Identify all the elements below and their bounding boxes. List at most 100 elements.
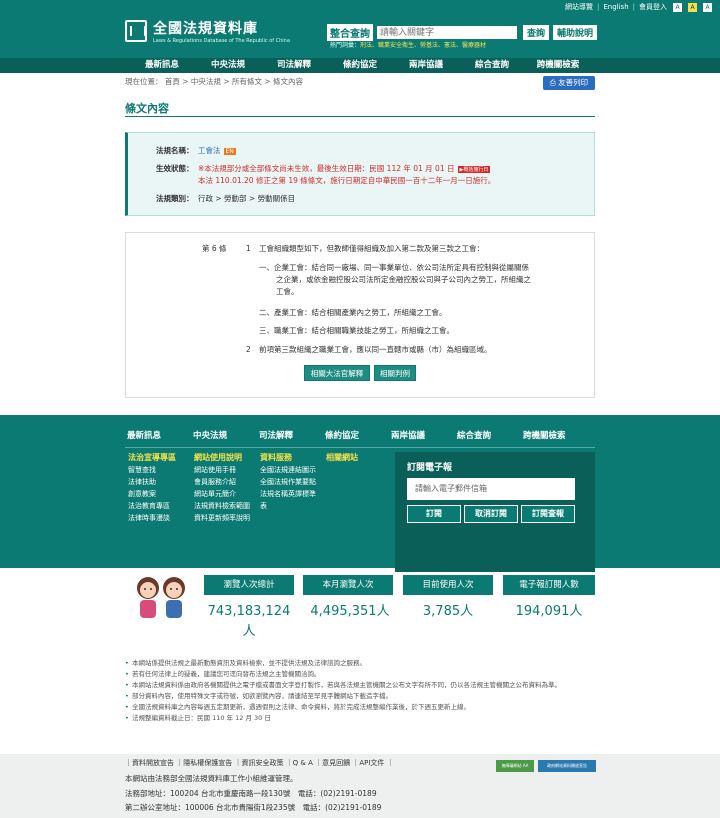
footer-nav-integrated-search[interactable]: 綜合查詢 [457,429,523,441]
related-precedent-button[interactable]: 相關判例 [374,365,416,381]
item-2: 二、產業工會：結合相關產業內之勞工，所組織之工會。 [259,308,447,317]
footer-nav-cross-strait[interactable]: 兩岸協議 [391,429,457,441]
item-1-line2: 之企業，或依金融控股公司法所定金融控股公司與子公司內之勞工，所組織之 [276,275,531,284]
hot-label: 熱門詞彙： [330,42,361,49]
status-line2: 本法 110.01.20 修正之第 19 條條文，施行日期定自中華民國一百十二年… [198,176,496,185]
unsubscribe-button[interactable]: 取消訂閱 [464,505,518,523]
english-version-badge[interactable]: EN [223,148,236,155]
paragraph-1: 工會組織類型如下，但教師僅得組織及加入第二款及第三款之工會： [259,244,484,253]
bottom-bar: ｜資料開放宣告 ｜隱私權保護宣告 ｜資訊安全政策 ｜Q & A ｜意見回饋 ｜A… [0,754,720,818]
nav-news[interactable]: 最新訊息 [129,58,195,73]
status-label: 生效狀態： [156,164,194,173]
english-link[interactable]: English [603,3,628,11]
stat-total-views-value: 743,183,124人 [207,604,291,639]
stat-month-views-label: 本月瀏覽人次 [303,575,393,595]
newsletter-panel: 訂閱電子報 請輸入電子郵件信箱 訂閱 取消訂閱 訂閱查報 [395,452,595,572]
open-data-badge[interactable]: 政府網站資料開放宣告 [538,760,596,772]
footer-link[interactable]: 全國法規連結圖示 [260,464,322,476]
accessibility-badge[interactable]: 無障礙網站 AA [496,760,534,772]
footer-link[interactable]: 會員服務介紹 [194,476,256,488]
related-interpretation-button[interactable]: 相關大法官解釋 [304,365,370,381]
footer: 最新訊息 中央法規 司法解釋 條約協定 兩岸協議 綜合查詢 跨機關檢索 法治宣導… [0,415,720,572]
footer-col1-head: 法治宣導專區 [128,453,176,462]
bottom-links[interactable]: ｜資料開放宣告 ｜隱私權保護宣告 ｜資訊安全政策 ｜Q & A ｜意見回饋 ｜A… [125,758,394,768]
font-large-button[interactable]: A [703,2,712,12]
footer-link[interactable]: 法治教育專區 [128,500,190,512]
site-header: 網站導覽 | English | 會員登入 A A A 全國法規資料庫 Laws &… [0,0,720,58]
footer-col-data-service: 資料服務 全國法規連結圖示 全國法規作業要點 法規名稱英譯標準表 [260,452,322,512]
notice-item: 若有任何法律上的疑義，建議您可逕向發布法規之主管機關洽詢。 [125,669,595,680]
article-number[interactable]: 第 6 條 [202,243,227,254]
paragraph-number-1: 1 [246,244,251,253]
nav-treaties[interactable]: 條約協定 [327,58,393,73]
status-row: 生效狀態： ※本法規部分或全部條文尚未生效，最後生效日期：民國 112 年 01 … [156,163,491,174]
footer-link[interactable]: 法律扶助 [128,476,190,488]
top-links: 網站導覽 | English | 會員登入 A A A [565,2,712,12]
notice-item: 法規整編資料截止日：民國 110 年 12 月 30 日 [125,713,595,724]
hot-words[interactable]: 刑法、職業安全衛生、勞基法、憲法、醫療器材 [360,42,486,49]
footer-nav-judicial[interactable]: 司法解釋 [259,429,325,441]
notice-item: 本網站係提供法規之最新動態資訊及資料檢索，並不提供法規及法律諮詢之服務。 [125,658,595,669]
building-icon [125,20,147,42]
footer-link[interactable]: 法規名稱英譯標準表 [260,488,322,512]
footer-nav-cross-agency[interactable]: 跨機關檢索 [523,429,589,441]
item-1-line1: 一、企業工會：結合同一廠場、同一事業單位、依公司法所定具有控制與從屬關係 [259,263,529,272]
breadcrumb: 現在位置： 首頁 > 中央法規 > 所有條文 > 條文內容 [125,77,304,86]
nav-cross-strait[interactable]: 兩岸協議 [393,58,459,73]
sitemap-link[interactable]: 網站導覽 [565,2,593,12]
subscription-query-button[interactable]: 訂閱查報 [521,505,575,523]
item-1-line3: 工會。 [276,287,299,296]
footer-link[interactable]: 智慧查找 [128,464,190,476]
print-button[interactable]: ⎙ 友善列印 [543,76,595,90]
stat-newsletter-label: 電子報訂閱人數 [503,575,595,595]
paragraph-2: 前項第三款組織之職業工會，應以同一直轄市或縣（市）為組織區域。 [259,345,492,354]
newsletter-email-input[interactable]: 請輸入電子郵件信箱 [407,478,575,500]
footer-link[interactable]: 資料更新頻率說明 [194,512,256,524]
notice-item: 部分資料內容，使用特殊文字或符號，如欲瀏覽內容，請連結至罕見字體網站下載造字檔。 [125,691,595,702]
font-medium-button[interactable]: A [688,2,697,12]
footer-link[interactable]: 網站單元簡介 [194,488,256,500]
stat-current-users-value: 3,785人 [422,604,474,619]
maintainer-text: 本網站由法務部全國法規資料庫工作小組維運管理。 [125,774,298,783]
address-1: 法務部地址：100204 台北市重慶南路一段130號 電話：(02)2191-0… [125,789,377,798]
mascot-icon [137,577,185,618]
search-bar: 整合查詢 查詢 輔助說明 [327,24,598,41]
footer-col3-head: 資料服務 [260,453,292,462]
logo-title: 全國法規資料庫 [153,21,258,37]
footer-col4-head[interactable]: 相關網站 [326,452,388,464]
stat-current-users-label: 目前使用人次 [403,575,493,595]
font-small-button[interactable]: A [673,2,682,12]
footer-col-related-sites: 相關網站 [326,452,388,464]
title-divider [125,116,595,117]
footer-col-legal-education: 法治宣導專區 智慧查找 法律扶助 創意教案 法治教育專區 法律時事漫談 [128,452,190,524]
nav-integrated-search[interactable]: 綜合查詢 [459,58,525,73]
member-login-link[interactable]: 會員登入 [639,2,667,12]
stat-newsletter-value: 194,091人 [515,604,583,619]
query-button[interactable]: 查詢 [523,25,550,40]
search-input[interactable] [377,26,517,39]
footer-nav-central-laws[interactable]: 中央法規 [193,429,259,441]
footer-link[interactable]: 法律時事漫談 [128,512,190,524]
footer-col-usage: 網站使用說明 網站使用手冊 會員服務介紹 網站單元簡介 法規資料檢索範圍 資料更… [194,452,256,524]
footer-nav-treaties[interactable]: 條約協定 [325,429,391,441]
footer-nav-news[interactable]: 最新訊息 [127,429,193,441]
site-logo[interactable]: 全國法規資料庫 Laws & Regulations Database of T… [125,18,290,44]
help-button[interactable]: 輔助說明 [553,25,598,40]
printer-icon: ⎙ [549,78,559,87]
nav-judicial[interactable]: 司法解釋 [261,58,327,73]
notice-item: 本網站法規資料係由政府各機關提供之電子檔或書面文字登打製作，若與各法規主管機關之… [125,680,595,691]
law-name-link[interactable]: 工會法 [198,146,221,155]
nav-central-laws[interactable]: 中央法規 [195,58,261,73]
item-3: 三、職業工會：結合相關職業技能之勞工，所組織之工會。 [259,326,454,335]
effective-date-badge[interactable]: ▶概括施行日 [457,166,491,173]
footer-link[interactable]: 全國法規作業要點 [260,476,322,488]
footer-link[interactable]: 法規資料檢索範圍 [194,500,256,512]
nav-cross-agency[interactable]: 跨機關檢索 [525,58,591,73]
footer-link[interactable]: 網站使用手冊 [194,464,256,476]
stat-month-views-value: 4,495,351人 [310,604,390,619]
footer-divider [125,447,595,448]
stat-total-views-label: 瀏覽人次總計 [204,575,294,595]
footer-link[interactable]: 創意教案 [128,488,190,500]
newsletter-title: 訂閱電子報 [407,463,453,473]
subscribe-button[interactable]: 訂閱 [407,505,461,523]
